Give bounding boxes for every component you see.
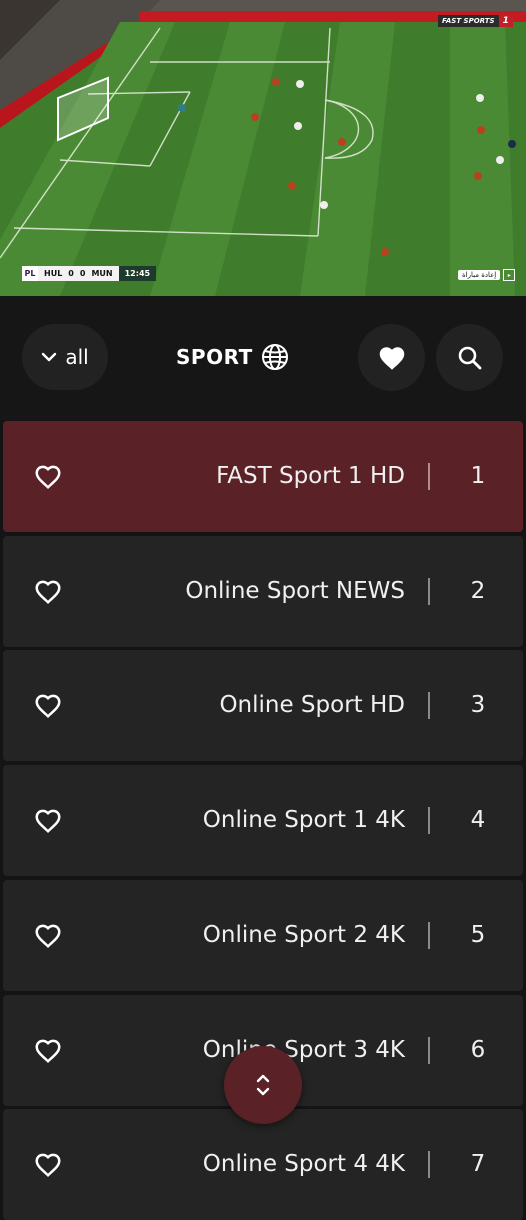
- page-title-text: SPORT: [176, 345, 253, 369]
- divider: [428, 463, 430, 490]
- channel-number: 6: [470, 1036, 486, 1063]
- channel-number: 5: [470, 921, 486, 948]
- channel-row-2[interactable]: Online Sport NEWS 2: [3, 535, 523, 647]
- channel-name: Online Sport 1 4K: [202, 807, 405, 834]
- category-filter-label: all: [65, 345, 89, 369]
- scroll-toggle-button[interactable]: [224, 1046, 302, 1124]
- favorites-button[interactable]: [358, 324, 425, 391]
- heart-outline-icon[interactable]: [33, 806, 63, 834]
- match-clock: 12:45: [118, 266, 157, 281]
- heart-outline-icon[interactable]: [33, 691, 63, 719]
- channel-row-4[interactable]: Online Sport 1 4K 4: [3, 765, 523, 877]
- heart-outline-icon[interactable]: [33, 462, 63, 490]
- channel-name: Online Sport 2 4K: [202, 921, 405, 948]
- channel-number: 3: [470, 692, 486, 719]
- divider: [428, 1036, 430, 1064]
- heart-outline-icon[interactable]: [33, 921, 63, 949]
- divider: [428, 692, 430, 720]
- channel-number: 7: [470, 1151, 486, 1178]
- score-bug: PL HUL 0 0 MUN 12:45: [22, 266, 157, 281]
- chevron-down-icon: [42, 352, 57, 362]
- up-down-chevrons-icon: [256, 1074, 270, 1096]
- heart-filled-icon: [379, 347, 404, 370]
- channel-row-1[interactable]: FAST Sport 1 HD 1: [3, 421, 523, 532]
- channel-logo: FAST SPORTS 1: [438, 13, 513, 28]
- channel-number: 1: [470, 463, 486, 489]
- replay-badge: إعادة مباراة ▸: [458, 269, 516, 281]
- channel-name: Online Sport HD: [219, 692, 405, 719]
- home-team: HUL: [44, 269, 63, 278]
- video-player[interactable]: FAST SPORTS 1 PL HUL 0 0 MUN 12:45 إعادة…: [0, 0, 526, 296]
- divider: [428, 1151, 430, 1179]
- channel-name: FAST Sport 1 HD: [216, 463, 405, 489]
- heart-outline-icon[interactable]: [33, 577, 63, 605]
- channel-name: Online Sport NEWS: [185, 577, 405, 604]
- channel-row-5[interactable]: Online Sport 2 4K 5: [3, 879, 523, 991]
- globe-icon: [261, 344, 288, 370]
- league-badge: PL: [22, 266, 38, 281]
- channel-name: Online Sport 4 4K: [202, 1151, 405, 1178]
- divider: [428, 921, 430, 949]
- channel-number: 4: [470, 807, 486, 834]
- home-score: 0: [68, 269, 74, 278]
- channel-logo-name: FAST SPORTS: [438, 14, 499, 27]
- channel-row-3[interactable]: Online Sport HD 3: [3, 650, 523, 762]
- search-icon: [458, 346, 481, 369]
- category-filter-button[interactable]: all: [22, 324, 108, 390]
- score-teams: HUL 0 0 MUN: [38, 266, 119, 281]
- channel-number: 2: [470, 577, 486, 604]
- channel-logo-number: 1: [498, 14, 513, 27]
- divider: [428, 807, 430, 835]
- page-title: SPORT: [176, 340, 289, 374]
- replay-label: إعادة مباراة: [458, 270, 501, 280]
- heart-outline-icon[interactable]: [33, 1036, 63, 1064]
- replay-icon: ▸: [503, 269, 516, 281]
- divider: [428, 577, 430, 605]
- search-button[interactable]: [436, 324, 503, 391]
- channel-row-7[interactable]: Online Sport 4 4K 7: [3, 1109, 523, 1220]
- heart-outline-icon[interactable]: [33, 1150, 63, 1178]
- away-team: MUN: [91, 269, 113, 278]
- match-video-frame: [0, 0, 526, 296]
- away-score: 0: [79, 269, 86, 278]
